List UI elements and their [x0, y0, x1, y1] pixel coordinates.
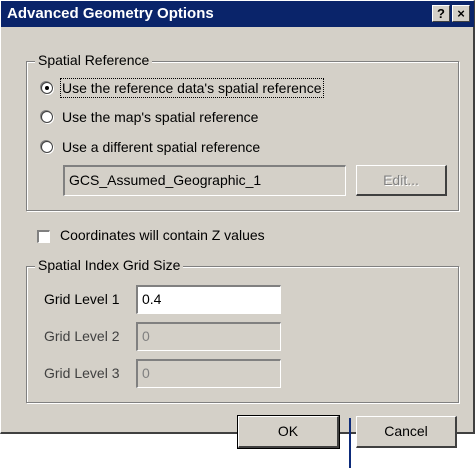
advanced-geometry-options-dialog: Advanced Geometry Options ? × Spatial Re…: [0, 0, 475, 434]
edit-button: Edit...: [356, 165, 447, 196]
radio-reference-data-button[interactable]: [41, 82, 53, 94]
z-values-label[interactable]: Coordinates will contain Z values: [60, 227, 265, 243]
grid-level-1-label: Grid Level 1: [44, 291, 120, 307]
grid-level-1-input[interactable]: 0.4: [136, 285, 281, 314]
reference-name-field: GCS_Assumed_Geographic_1: [63, 165, 346, 196]
radio-different-reference[interactable]: Use a different spatial reference: [41, 137, 260, 157]
ok-button-visible[interactable]: OK: [237, 415, 340, 449]
callout-pointer-line: [349, 418, 351, 468]
radio-map-reference-button[interactable]: [41, 111, 53, 123]
grid-level-3-label: Grid Level 3: [44, 365, 120, 381]
grid-level-2-input: 0: [136, 322, 281, 351]
radio-different-reference-button[interactable]: [41, 141, 53, 153]
radio-reference-data[interactable]: Use the reference data's spatial referen…: [41, 78, 324, 98]
radio-reference-data-label[interactable]: Use the reference data's spatial referen…: [60, 78, 324, 98]
radio-map-reference-label[interactable]: Use the map's spatial reference: [62, 109, 258, 125]
radio-map-reference[interactable]: Use the map's spatial reference: [41, 107, 258, 127]
grid-level-3-input: 0: [136, 359, 281, 388]
cancel-button[interactable]: Cancel: [356, 416, 457, 448]
radio-different-reference-label[interactable]: Use a different spatial reference: [62, 139, 260, 155]
grid-level-2-label: Grid Level 2: [44, 328, 120, 344]
z-values-checkbox[interactable]: [37, 230, 50, 243]
help-button[interactable]: ?: [432, 5, 450, 22]
title-bar[interactable]: Advanced Geometry Options ? ×: [1, 1, 474, 27]
grid-size-legend: Spatial Index Grid Size: [35, 257, 184, 273]
dialog-title: Advanced Geometry Options: [7, 5, 214, 22]
close-button[interactable]: ×: [452, 5, 470, 22]
spatial-reference-legend: Spatial Reference: [35, 52, 153, 68]
